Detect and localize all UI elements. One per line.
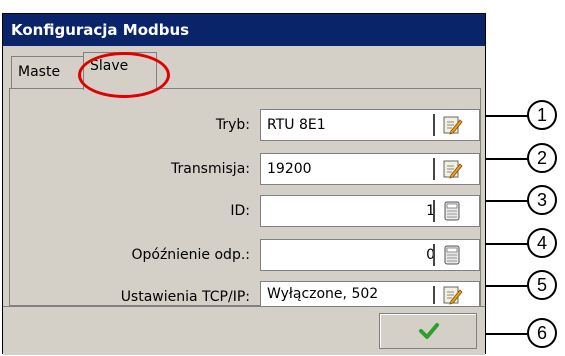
callout-6: 6 bbox=[527, 318, 557, 348]
window-title: Konfiguracja Modbus bbox=[3, 14, 485, 46]
baudrate-field[interactable]: 19200 bbox=[260, 153, 480, 185]
callout-line-3 bbox=[486, 200, 528, 202]
ok-button[interactable] bbox=[379, 313, 477, 349]
field-separator bbox=[433, 158, 435, 180]
field-separator bbox=[433, 114, 435, 136]
callout-2: 2 bbox=[527, 143, 557, 173]
callout-1: 1 bbox=[527, 100, 557, 130]
mode-value: RTU 8E1 bbox=[267, 117, 326, 133]
field-separator bbox=[433, 200, 435, 222]
tab-master-label: Maste bbox=[18, 64, 61, 80]
tab-highlight-circle bbox=[78, 52, 170, 98]
bottom-toolbar bbox=[3, 306, 485, 355]
modbus-config-window: Konfiguracja Modbus Maste Slave Tryb: RT… bbox=[2, 13, 486, 355]
callout-3: 3 bbox=[527, 185, 557, 215]
edit-icon[interactable] bbox=[441, 114, 463, 136]
edit-icon[interactable] bbox=[441, 284, 463, 306]
id-label: ID: bbox=[230, 203, 250, 219]
callout-line-1 bbox=[486, 115, 528, 117]
baudrate-value: 19200 bbox=[267, 161, 312, 177]
id-field[interactable]: 1 bbox=[260, 195, 480, 227]
callout-line-5 bbox=[486, 285, 528, 287]
checkmark-icon bbox=[419, 323, 439, 339]
callout-line-4 bbox=[486, 243, 528, 245]
settings-panel: Tryb: RTU 8E1 Transmisja: 19200 ID: 1 Op… bbox=[9, 88, 481, 307]
callout-5: 5 bbox=[527, 270, 557, 300]
mode-field[interactable]: RTU 8E1 bbox=[260, 109, 480, 141]
calculator-icon[interactable] bbox=[441, 244, 463, 266]
tcpip-value: Wyłączone, 502 bbox=[267, 286, 379, 302]
callout-4: 4 bbox=[527, 228, 557, 258]
tcpip-field[interactable]: Wyłączone, 502 bbox=[260, 281, 480, 307]
callout-line-2 bbox=[486, 158, 528, 160]
response-delay-field[interactable]: 0 bbox=[260, 239, 480, 271]
mode-label: Tryb: bbox=[215, 117, 250, 133]
field-separator bbox=[433, 244, 435, 266]
response-delay-label: Opóźnienie odp.: bbox=[131, 247, 250, 263]
calculator-icon[interactable] bbox=[441, 200, 463, 222]
tcpip-label: Ustawienia TCP/IP: bbox=[120, 289, 250, 305]
callout-line-6 bbox=[486, 333, 528, 335]
field-separator bbox=[433, 286, 435, 304]
baudrate-label: Transmisja: bbox=[170, 161, 250, 177]
edit-icon[interactable] bbox=[441, 158, 463, 180]
